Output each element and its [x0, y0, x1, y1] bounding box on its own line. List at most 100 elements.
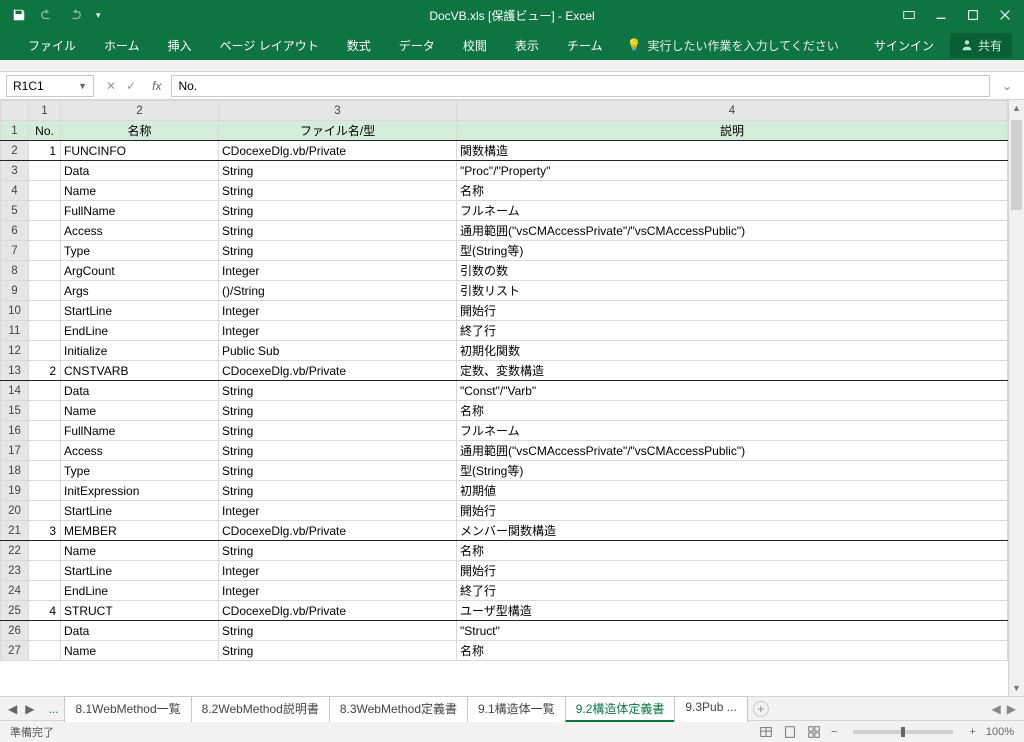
- row-header[interactable]: 24: [1, 581, 29, 601]
- header-cell[interactable]: 名称: [61, 121, 219, 141]
- cell[interactable]: Integer: [219, 321, 457, 341]
- cell[interactable]: String: [219, 421, 457, 441]
- cell[interactable]: Integer: [219, 581, 457, 601]
- sheet-tab[interactable]: 9.1構造体一覧: [467, 696, 566, 722]
- cell[interactable]: 終了行: [457, 581, 1008, 601]
- cell[interactable]: String: [219, 161, 457, 181]
- row-header[interactable]: 26: [1, 621, 29, 641]
- tab-file[interactable]: ファイル: [14, 31, 90, 60]
- tab-view[interactable]: 表示: [501, 31, 553, 60]
- cell[interactable]: [29, 261, 61, 281]
- cell[interactable]: Name: [61, 181, 219, 201]
- cell[interactable]: [29, 281, 61, 301]
- row-header[interactable]: 7: [1, 241, 29, 261]
- cell[interactable]: 開始行: [457, 561, 1008, 581]
- cell[interactable]: [29, 641, 61, 661]
- cell[interactable]: CDocexeDlg.vb/Private: [219, 521, 457, 541]
- cell[interactable]: [29, 221, 61, 241]
- cell[interactable]: FullName: [61, 201, 219, 221]
- cell[interactable]: Access: [61, 441, 219, 461]
- cell[interactable]: ユーザ型構造: [457, 601, 1008, 621]
- row-header[interactable]: 3: [1, 161, 29, 181]
- cell[interactable]: 開始行: [457, 301, 1008, 321]
- redo-icon[interactable]: [68, 8, 82, 22]
- add-sheet-button[interactable]: +: [753, 701, 769, 717]
- cell[interactable]: [29, 241, 61, 261]
- row-header[interactable]: 14: [1, 381, 29, 401]
- row-header[interactable]: 12: [1, 341, 29, 361]
- cell[interactable]: 名称: [457, 541, 1008, 561]
- hscroll-left-icon[interactable]: ◀: [992, 702, 1001, 716]
- cell[interactable]: CDocexeDlg.vb/Private: [219, 141, 457, 161]
- row-header[interactable]: 1: [1, 121, 29, 141]
- cell[interactable]: Args: [61, 281, 219, 301]
- row-header[interactable]: 19: [1, 481, 29, 501]
- cell[interactable]: Integer: [219, 261, 457, 281]
- cell[interactable]: Name: [61, 541, 219, 561]
- enter-icon[interactable]: ✓: [126, 79, 136, 93]
- row-header[interactable]: 17: [1, 441, 29, 461]
- cell[interactable]: [29, 541, 61, 561]
- cell[interactable]: [29, 481, 61, 501]
- cell[interactable]: InitExpression: [61, 481, 219, 501]
- cell[interactable]: [29, 461, 61, 481]
- cell[interactable]: STRUCT: [61, 601, 219, 621]
- vertical-scrollbar[interactable]: ▲ ▼: [1008, 100, 1024, 696]
- cell[interactable]: String: [219, 381, 457, 401]
- tab-data[interactable]: データ: [385, 31, 449, 60]
- cell[interactable]: 開始行: [457, 501, 1008, 521]
- cell[interactable]: FUNCINFO: [61, 141, 219, 161]
- cell[interactable]: Public Sub: [219, 341, 457, 361]
- cell[interactable]: Name: [61, 401, 219, 421]
- cell[interactable]: String: [219, 201, 457, 221]
- cell[interactable]: Data: [61, 161, 219, 181]
- view-page-layout-icon[interactable]: [783, 725, 797, 739]
- share-button[interactable]: 共有: [950, 33, 1012, 58]
- cell[interactable]: String: [219, 481, 457, 501]
- scroll-up-icon[interactable]: ▲: [1009, 100, 1024, 116]
- tab-review[interactable]: 校閲: [449, 31, 501, 60]
- hscroll-right-icon[interactable]: ▶: [1007, 702, 1016, 716]
- row-header[interactable]: 11: [1, 321, 29, 341]
- cell[interactable]: [29, 561, 61, 581]
- row-header[interactable]: 8: [1, 261, 29, 281]
- cell[interactable]: メンバー関数構造: [457, 521, 1008, 541]
- header-cell[interactable]: ファイル名/型: [219, 121, 457, 141]
- ribbon-options-icon[interactable]: [902, 8, 916, 22]
- maximize-icon[interactable]: [966, 8, 980, 22]
- zoom-slider[interactable]: [853, 730, 953, 734]
- col-header[interactable]: 3: [219, 101, 457, 121]
- tab-nav-next-icon[interactable]: ▶: [25, 702, 34, 716]
- cell[interactable]: ()/String: [219, 281, 457, 301]
- cell[interactable]: Initialize: [61, 341, 219, 361]
- qat-dropdown-icon[interactable]: ▾: [96, 10, 101, 21]
- cell[interactable]: String: [219, 441, 457, 461]
- row-header[interactable]: 9: [1, 281, 29, 301]
- cell[interactable]: Data: [61, 621, 219, 641]
- row-header[interactable]: 18: [1, 461, 29, 481]
- cell[interactable]: 名称: [457, 181, 1008, 201]
- tab-overflow-left[interactable]: ...: [42, 702, 64, 716]
- cell[interactable]: MEMBER: [61, 521, 219, 541]
- cell[interactable]: String: [219, 621, 457, 641]
- row-header[interactable]: 20: [1, 501, 29, 521]
- cell[interactable]: [29, 341, 61, 361]
- view-page-break-icon[interactable]: [807, 725, 821, 739]
- cell[interactable]: Integer: [219, 561, 457, 581]
- cell[interactable]: 引数リスト: [457, 281, 1008, 301]
- cell[interactable]: [29, 441, 61, 461]
- cell[interactable]: "Struct": [457, 621, 1008, 641]
- cell[interactable]: 4: [29, 601, 61, 621]
- minimize-icon[interactable]: [934, 8, 948, 22]
- cell[interactable]: [29, 401, 61, 421]
- cancel-icon[interactable]: ✕: [106, 79, 116, 93]
- scroll-down-icon[interactable]: ▼: [1009, 680, 1024, 696]
- tab-insert[interactable]: 挿入: [154, 31, 206, 60]
- cell[interactable]: String: [219, 461, 457, 481]
- cell[interactable]: [29, 301, 61, 321]
- col-header[interactable]: 2: [61, 101, 219, 121]
- chevron-down-icon[interactable]: ▼: [78, 81, 87, 91]
- cell[interactable]: 型(String等): [457, 241, 1008, 261]
- expand-formula-bar-icon[interactable]: ⌄: [996, 79, 1018, 93]
- cell[interactable]: [29, 161, 61, 181]
